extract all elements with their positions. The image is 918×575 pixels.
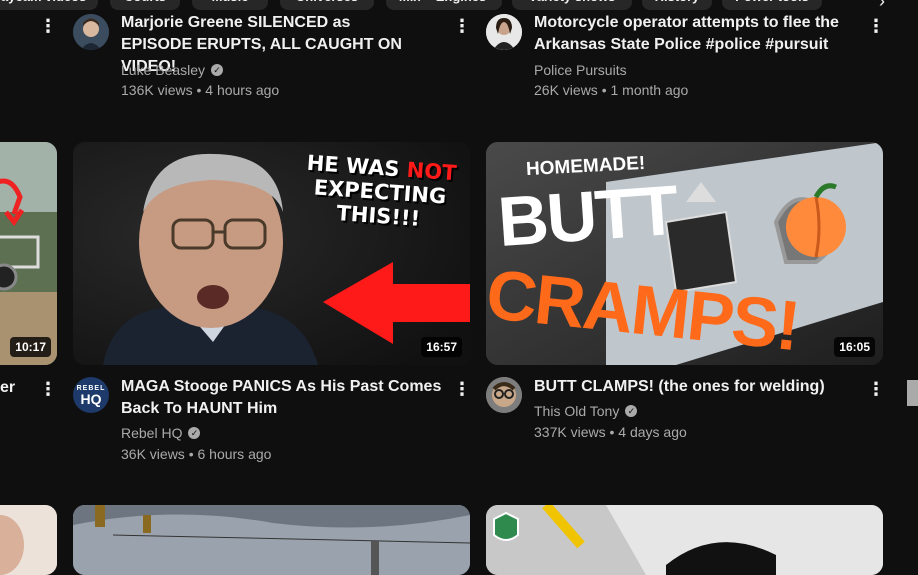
channel-label: Rebel HQ — [121, 425, 183, 441]
avatar[interactable] — [486, 377, 522, 413]
avatar[interactable] — [486, 14, 522, 50]
avatar-text-main: HQ — [80, 390, 102, 407]
more-options-icon[interactable]: ⋮ — [38, 14, 58, 38]
channel-label: Police Pursuits — [534, 62, 627, 78]
channel-name[interactable]: Police Pursuits — [534, 62, 627, 78]
title-line: Motorcycle operator attempts to flee the — [534, 14, 839, 31]
more-options-icon[interactable]: ⋮ — [866, 14, 886, 38]
video-title[interactable]: MAGA Stooge PANICS As His Past Comes Bac… — [121, 376, 451, 420]
video-thumbnail[interactable]: HE WAS NOT EXPECTING THIS!!! 16:57 — [73, 142, 470, 365]
video-title[interactable]: er — [0, 377, 20, 399]
chip-variety-shows[interactable]: Variety shows — [512, 0, 632, 10]
video-duration: 16:05 — [834, 337, 875, 357]
video-duration: 10:17 — [10, 337, 51, 357]
video-title[interactable]: Motorcycle operator attempts to flee the… — [534, 12, 864, 56]
channel-name[interactable]: Rebel HQ ✓ — [121, 425, 201, 441]
video-thumbnail[interactable] — [486, 505, 883, 575]
avatar[interactable]: REBEL HQ — [73, 377, 109, 413]
verified-icon: ✓ — [188, 427, 201, 439]
video-meta: 136K views • 4 hours ago — [121, 82, 280, 98]
more-options-icon[interactable]: ⋮ — [38, 377, 58, 401]
title-line: Back To HAUNT Him — [121, 400, 278, 417]
thumbnail-caption: HE WAS NOT EXPECTING THIS!!! — [293, 150, 468, 234]
chip-universes[interactable]: Universes — [280, 0, 374, 10]
video-title[interactable]: BUTT CLAMPS! (the ones for welding) — [534, 376, 864, 398]
verified-icon: ✓ — [625, 405, 638, 417]
video-meta: 337K views • 4 days ago — [534, 424, 687, 440]
chip-history[interactable]: History — [642, 0, 712, 10]
chip-engines[interactable]: Engines — [420, 0, 502, 10]
verified-icon: ✓ — [211, 64, 224, 76]
thumbnail-caption-big1: BUTT — [495, 170, 680, 262]
video-thumbnail[interactable]: 10:17 — [0, 142, 57, 365]
title-line: Arkansas State Police #police #pursuit — [534, 36, 829, 53]
title-line: MAGA Stooge PANICS As His Past Comes — [121, 378, 442, 395]
channel-name[interactable]: This Old Tony ✓ — [534, 403, 638, 419]
channel-label: This Old Tony — [534, 403, 620, 419]
chevron-right-icon[interactable]: › — [862, 0, 902, 12]
avatar[interactable] — [73, 14, 109, 50]
title-line: BUTT CLAMPS! (the ones for welding) — [534, 378, 825, 395]
video-meta: 26K views • 1 month ago — [534, 82, 689, 98]
chip-daycam-videos[interactable]: Daycam videos — [0, 0, 98, 10]
title-line: Marjorie Greene SILENCED as DISTURBING — [121, 14, 351, 31]
channel-name[interactable]: Luke Beasley ✓ — [121, 62, 224, 78]
chip-music[interactable]: Music — [192, 0, 268, 10]
scrollbar-thumb[interactable] — [907, 380, 918, 406]
channel-label: Luke Beasley — [121, 62, 206, 78]
chip-courts[interactable]: Courts — [110, 0, 180, 10]
video-thumbnail[interactable]: HOMEMADE! BUTT CRAMPS! 16:05 — [486, 142, 883, 365]
more-options-icon[interactable]: ⋮ — [452, 377, 472, 401]
more-options-icon[interactable]: ⋮ — [866, 377, 886, 401]
chip-power-tools[interactable]: Power tools — [722, 0, 822, 10]
video-meta: 36K views • 6 hours ago — [121, 446, 272, 462]
video-thumbnail[interactable] — [0, 505, 57, 575]
video-thumbnail[interactable] — [73, 505, 470, 575]
video-duration: 16:57 — [421, 337, 462, 357]
more-options-icon[interactable]: ⋮ — [452, 14, 472, 38]
